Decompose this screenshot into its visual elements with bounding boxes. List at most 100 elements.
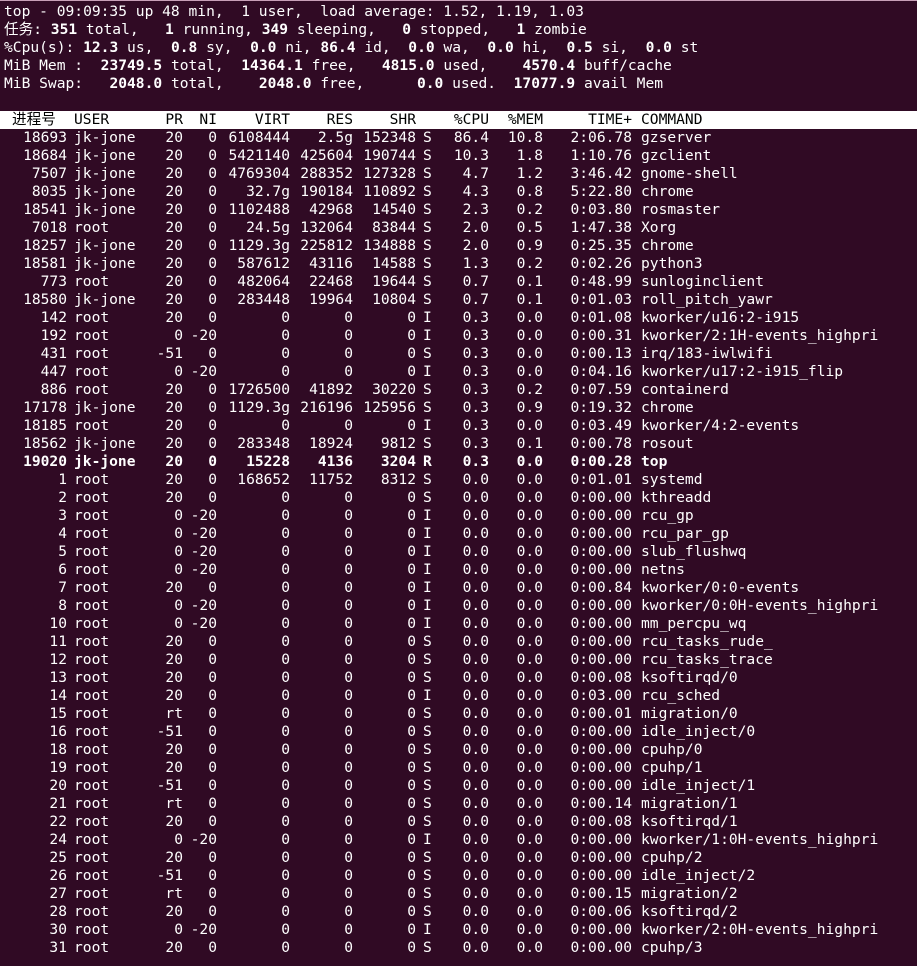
cell-time: 0:03.00 [570, 687, 632, 704]
col-res[interactable]: RES [292, 111, 353, 129]
mem-total-label: total, [162, 57, 224, 74]
cell-pid: 17178 [23, 399, 67, 416]
cell-user: root [74, 903, 110, 920]
cell-cpu: 4.7 [462, 165, 489, 182]
table-row[interactable]: 26 root -51 0 0 0 0 S 0.0 0.0 0:00.00 idle_inject/2 [0, 867, 917, 885]
table-row[interactable]: 18580 jk-jone 20 0 283448 19964 10804 S 0.7 0.1 0:… [0, 291, 917, 309]
table-row[interactable]: 18 root 20 0 0 0 0 S 0.0 0.0 0:00.00 cpuhp/0 [0, 741, 917, 759]
col-state[interactable] [423, 111, 437, 129]
cell-pr: 20 [165, 471, 183, 488]
cell-mem: 0.0 [516, 849, 543, 866]
table-row[interactable]: 18684 jk-jone 20 0 5421140 425604 190744 S 10.3 1… [0, 147, 917, 165]
table-row[interactable]: 7018 root 20 0 24.5g 132064 83844 S 2.0 0.5 1:47.3… [0, 219, 917, 237]
uptime-line: top - 09:09:35 up 48 min, 1 user, load a… [4, 3, 584, 20]
table-row[interactable]: 19020 jk-jone 20 0 15228 4136 3204 R 0.3 0.0 0:00.… [0, 453, 917, 471]
col-time[interactable]: TIME+ [548, 111, 632, 129]
table-row[interactable]: 5 root 0 -20 0 0 0 I 0.0 0.0 0:00.00 slub_flushwq [0, 543, 917, 561]
cell-shr: 134888 [363, 237, 416, 254]
cell-command: rcu_par_gp [641, 525, 729, 542]
table-row[interactable]: 8 root 0 -20 0 0 0 I 0.0 0.0 0:00.00 kworker/0:0H-e… [0, 597, 917, 615]
table-row[interactable]: 7 root 20 0 0 0 0 I 0.0 0.0 0:00.84 kworker/0:0-eve… [0, 579, 917, 597]
table-row[interactable]: 17178 jk-jone 20 0 1129.3g 216196 125956 S 0.3 0.… [0, 399, 917, 417]
table-row[interactable]: 20 root -51 0 0 0 0 S 0.0 0.0 0:00.00 idle_inject/1 [0, 777, 917, 795]
cell-mem: 0.0 [516, 651, 543, 668]
table-row[interactable]: 14 root 20 0 0 0 0 I 0.0 0.0 0:03.00 rcu_sched [0, 687, 917, 705]
col-user[interactable]: USER [74, 111, 162, 129]
cell-shr: 0 [407, 651, 416, 668]
table-row[interactable]: 24 root 0 -20 0 0 0 I 0.0 0.0 0:00.00 kworker/1:0H-… [0, 831, 917, 849]
table-row[interactable]: 18185 root 20 0 0 0 0 I 0.3 0.0 0:03.49 kworker/4:2… [0, 417, 917, 435]
table-row[interactable]: 2 root 20 0 0 0 0 S 0.0 0.0 0:00.00 kthreadd [0, 489, 917, 507]
cell-virt: 0 [281, 579, 290, 596]
table-row[interactable]: 10 root 0 -20 0 0 0 I 0.0 0.0 0:00.00 mm_percpu_wq [0, 615, 917, 633]
cell-state: S [423, 741, 432, 758]
cell-pid: 19 [49, 759, 67, 776]
table-row[interactable]: 16 root -51 0 0 0 0 S 0.0 0.0 0:00.00 idle_inject/0 [0, 723, 917, 741]
table-row[interactable]: 12 root 20 0 0 0 0 S 0.0 0.0 0:00.00 rcu_tasks_trac… [0, 651, 917, 669]
cell-mem: 0.0 [516, 345, 543, 362]
table-row[interactable]: 18693 jk-jone 20 0 6108444 2.5g 152348 S 86.4 10.… [0, 129, 917, 147]
col-shr[interactable]: SHR [356, 111, 416, 129]
cell-pid: 5 [58, 543, 67, 560]
cell-pid: 8035 [31, 183, 67, 200]
col-mem[interactable]: %MEM [496, 111, 543, 129]
table-row[interactable]: 773 root 20 0 482064 22468 19644 S 0.7 0.1 0:48.99… [0, 273, 917, 291]
table-row[interactable]: 13 root 20 0 0 0 0 S 0.0 0.0 0:00.08 ksoftirqd/0 [0, 669, 917, 687]
table-row[interactable]: 30 root 0 -20 0 0 0 I 0.0 0.0 0:00.00 kworker/2:0H-… [0, 921, 917, 939]
cell-shr: 8312 [380, 471, 416, 488]
table-row[interactable]: 886 root 20 0 1726500 41892 30220 S 0.3 0.2 0:07.5… [0, 381, 917, 399]
table-row[interactable]: 18562 jk-jone 20 0 283348 18924 9812 S 0.3 0.1 0:0… [0, 435, 917, 453]
cell-pid: 18684 [23, 147, 67, 164]
table-row[interactable]: 22 root 20 0 0 0 0 S 0.0 0.0 0:00.08 ksoftirqd/1 [0, 813, 917, 831]
cell-time: 0:00.78 [570, 435, 632, 452]
table-row[interactable]: 192 root 0 -20 0 0 0 I 0.3 0.0 0:00.31 kworker/2:1H… [0, 327, 917, 345]
cell-pid: 15 [49, 705, 67, 722]
cell-res: 0 [344, 705, 353, 722]
table-row[interactable]: 431 root -51 0 0 0 0 S 0.3 0.0 0:00.13 irq/183-iwlw… [0, 345, 917, 363]
cell-ni: 0 [208, 759, 217, 776]
col-virt[interactable]: VIRT [222, 111, 290, 129]
table-row[interactable]: 11 root 20 0 0 0 0 S 0.0 0.0 0:00.00 rcu_tasks_rude… [0, 633, 917, 651]
table-row[interactable]: 4 root 0 -20 0 0 0 I 0.0 0.0 0:00.00 rcu_par_gp [0, 525, 917, 543]
cell-state: I [423, 327, 432, 344]
col-pr[interactable]: PR [154, 111, 183, 129]
table-row[interactable]: 28 root 20 0 0 0 0 S 0.0 0.0 0:00.06 ksoftirqd/2 [0, 903, 917, 921]
cell-cpu: 86.4 [453, 129, 489, 146]
cell-state: S [423, 723, 432, 740]
cell-pr: 20 [165, 939, 183, 956]
cell-state: S [423, 345, 432, 362]
table-row[interactable]: 1 root 20 0 168652 11752 8312 S 0.0 0.0 0:01.01 sys… [0, 471, 917, 489]
table-row[interactable]: 18257 jk-jone 20 0 1129.3g 225812 134888 S 2.0 0.… [0, 237, 917, 255]
table-row[interactable]: 31 root 20 0 0 0 0 S 0.0 0.0 0:00.00 cpuhp/3 [0, 939, 917, 957]
cell-user: root [74, 867, 110, 884]
cell-command: ksoftirqd/2 [641, 903, 738, 920]
cell-mem: 0.0 [516, 579, 543, 596]
terminal-window[interactable]: top - 09:09:35 up 48 min, 1 user, load a… [0, 0, 917, 966]
table-row[interactable]: 142 root 20 0 0 0 0 I 0.3 0.0 0:01.08 kworker/u16:2… [0, 309, 917, 327]
cell-ni: 0 [208, 435, 217, 452]
table-row[interactable]: 21 root rt 0 0 0 0 S 0.0 0.0 0:00.14 migration/1 [0, 795, 917, 813]
col-pid[interactable]: 进程号 [12, 111, 75, 129]
cell-res: 0 [344, 939, 353, 956]
table-row[interactable]: 18541 jk-jone 20 0 1102488 42968 14540 S 2.3 0.2 0… [0, 201, 917, 219]
cpu-wa-label: wa, [434, 39, 470, 56]
cell-time: 0:07.59 [570, 381, 632, 398]
cell-virt: 0 [281, 705, 290, 722]
table-row[interactable]: 6 root 0 -20 0 0 0 I 0.0 0.0 0:00.00 netns [0, 561, 917, 579]
cell-pid: 8 [58, 597, 67, 614]
table-row[interactable]: 7507 jk-jone 20 0 4769304 288352 127328 S 4.7 1.2… [0, 165, 917, 183]
col-command[interactable]: COMMAND [641, 111, 917, 129]
table-row[interactable]: 3 root 0 -20 0 0 0 I 0.0 0.0 0:00.00 rcu_gp [0, 507, 917, 525]
table-row[interactable]: 15 root rt 0 0 0 0 S 0.0 0.0 0:00.01 migration/0 [0, 705, 917, 723]
col-cpu[interactable]: %CPU [444, 111, 489, 129]
cell-time: 0:00.00 [570, 561, 632, 578]
cell-time: 0:01.03 [570, 291, 632, 308]
table-row[interactable]: 18581 jk-jone 20 0 587612 43116 14588 S 1.3 0.2 0:… [0, 255, 917, 273]
table-row[interactable]: 19 root 20 0 0 0 0 S 0.0 0.0 0:00.00 cpuhp/1 [0, 759, 917, 777]
col-ni[interactable]: NI [186, 111, 217, 129]
table-row[interactable]: 447 root 0 -20 0 0 0 I 0.3 0.0 0:04.16 kworker/u17:… [0, 363, 917, 381]
table-row[interactable]: 27 root rt 0 0 0 0 S 0.0 0.0 0:00.15 migration/2 [0, 885, 917, 903]
cell-cpu: 1.3 [462, 255, 489, 272]
table-row[interactable]: 25 root 20 0 0 0 0 S 0.0 0.0 0:00.00 cpuhp/2 [0, 849, 917, 867]
table-row[interactable]: 8035 jk-jone 20 0 32.7g 190184 110892 S 4.3 0.8 5:… [0, 183, 917, 201]
